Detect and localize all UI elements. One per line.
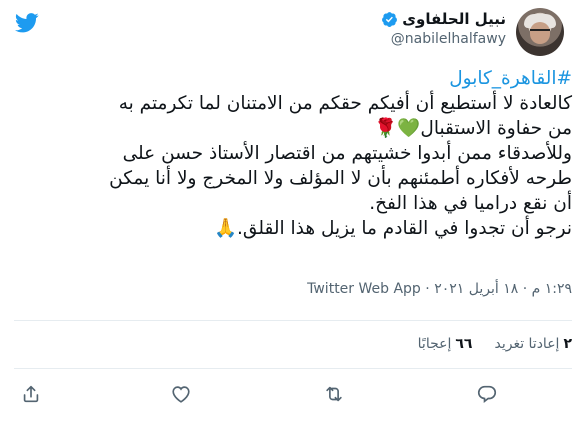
- tweet-actions: [14, 381, 572, 407]
- meta-separator-2: ·: [425, 281, 430, 297]
- rose-icon: 🌹: [374, 118, 398, 139]
- divider-bottom: [14, 368, 572, 369]
- reply-icon[interactable]: [474, 381, 500, 407]
- share-icon[interactable]: [18, 381, 44, 407]
- divider-top: [14, 320, 572, 321]
- retweets-count: ٢: [563, 336, 572, 352]
- author-avatar[interactable]: [516, 8, 564, 56]
- pray-icon: 🙏: [213, 218, 238, 239]
- tweet-text: #القاهرة_كابول كالعادة لا أستطيع أن أفيك…: [14, 66, 572, 241]
- tweet-time[interactable]: ١:٢٩ م: [532, 281, 572, 297]
- tweet-line-3: وللأصدقاء ممن أبدوا خشيتهم من اقتصار الأ…: [122, 143, 572, 164]
- tweet-card: نبيل الحلفاوى @nabilelhalfawy #القاهرة_ك…: [0, 0, 586, 421]
- hashtag-link[interactable]: #القاهرة_كابول: [449, 68, 572, 89]
- retweets-label: إعادتا تغريد: [494, 336, 560, 352]
- likes-stat[interactable]: ٦٦إعجابًا: [418, 336, 473, 352]
- tweet-meta: ١:٢٩ م · ١٨ أبريل ٢٠٢١ · Twitter Web App: [307, 281, 572, 297]
- likes-label: إعجابًا: [417, 336, 452, 352]
- retweets-stat[interactable]: ٢إعادتا تغريد: [494, 336, 572, 352]
- tweet-line-6: نرجو أن تجدوا في القادم ما يزيل هذا القل…: [213, 218, 572, 239]
- like-icon[interactable]: [168, 381, 194, 407]
- tweet-line-2: من حفاوة الاستقبال💚🌹: [374, 118, 572, 139]
- likes-count: ٦٦: [455, 336, 473, 352]
- author-handle[interactable]: @nabilelhalfawy: [391, 31, 506, 47]
- twitter-logo-icon[interactable]: [14, 13, 39, 33]
- green-heart-icon: 💚: [397, 118, 421, 139]
- tweet-line-4: طرحه لأفكاره أطمئنهم بأن لا المؤلف ولا ا…: [109, 168, 572, 189]
- tweet-line-5: أن نقع دراميا في هذا الفخ.: [369, 193, 572, 214]
- tweet-source[interactable]: Twitter Web App: [307, 281, 421, 297]
- retweet-icon[interactable]: [321, 381, 347, 407]
- tweet-line-1: كالعادة لا أستطيع أن أفيكم حقكم من الامت…: [118, 93, 572, 114]
- tweet-stats: ٢إعادتا تغريد ٦٦إعجابًا: [418, 336, 572, 352]
- author-display-name[interactable]: نبيل الحلفاوى: [402, 9, 506, 29]
- author-name-row[interactable]: نبيل الحلفاوى: [381, 9, 506, 29]
- verified-badge-icon: [381, 11, 398, 28]
- meta-separator: ·: [522, 281, 528, 297]
- tweet-date[interactable]: ١٨ أبريل ٢٠٢١: [434, 281, 518, 297]
